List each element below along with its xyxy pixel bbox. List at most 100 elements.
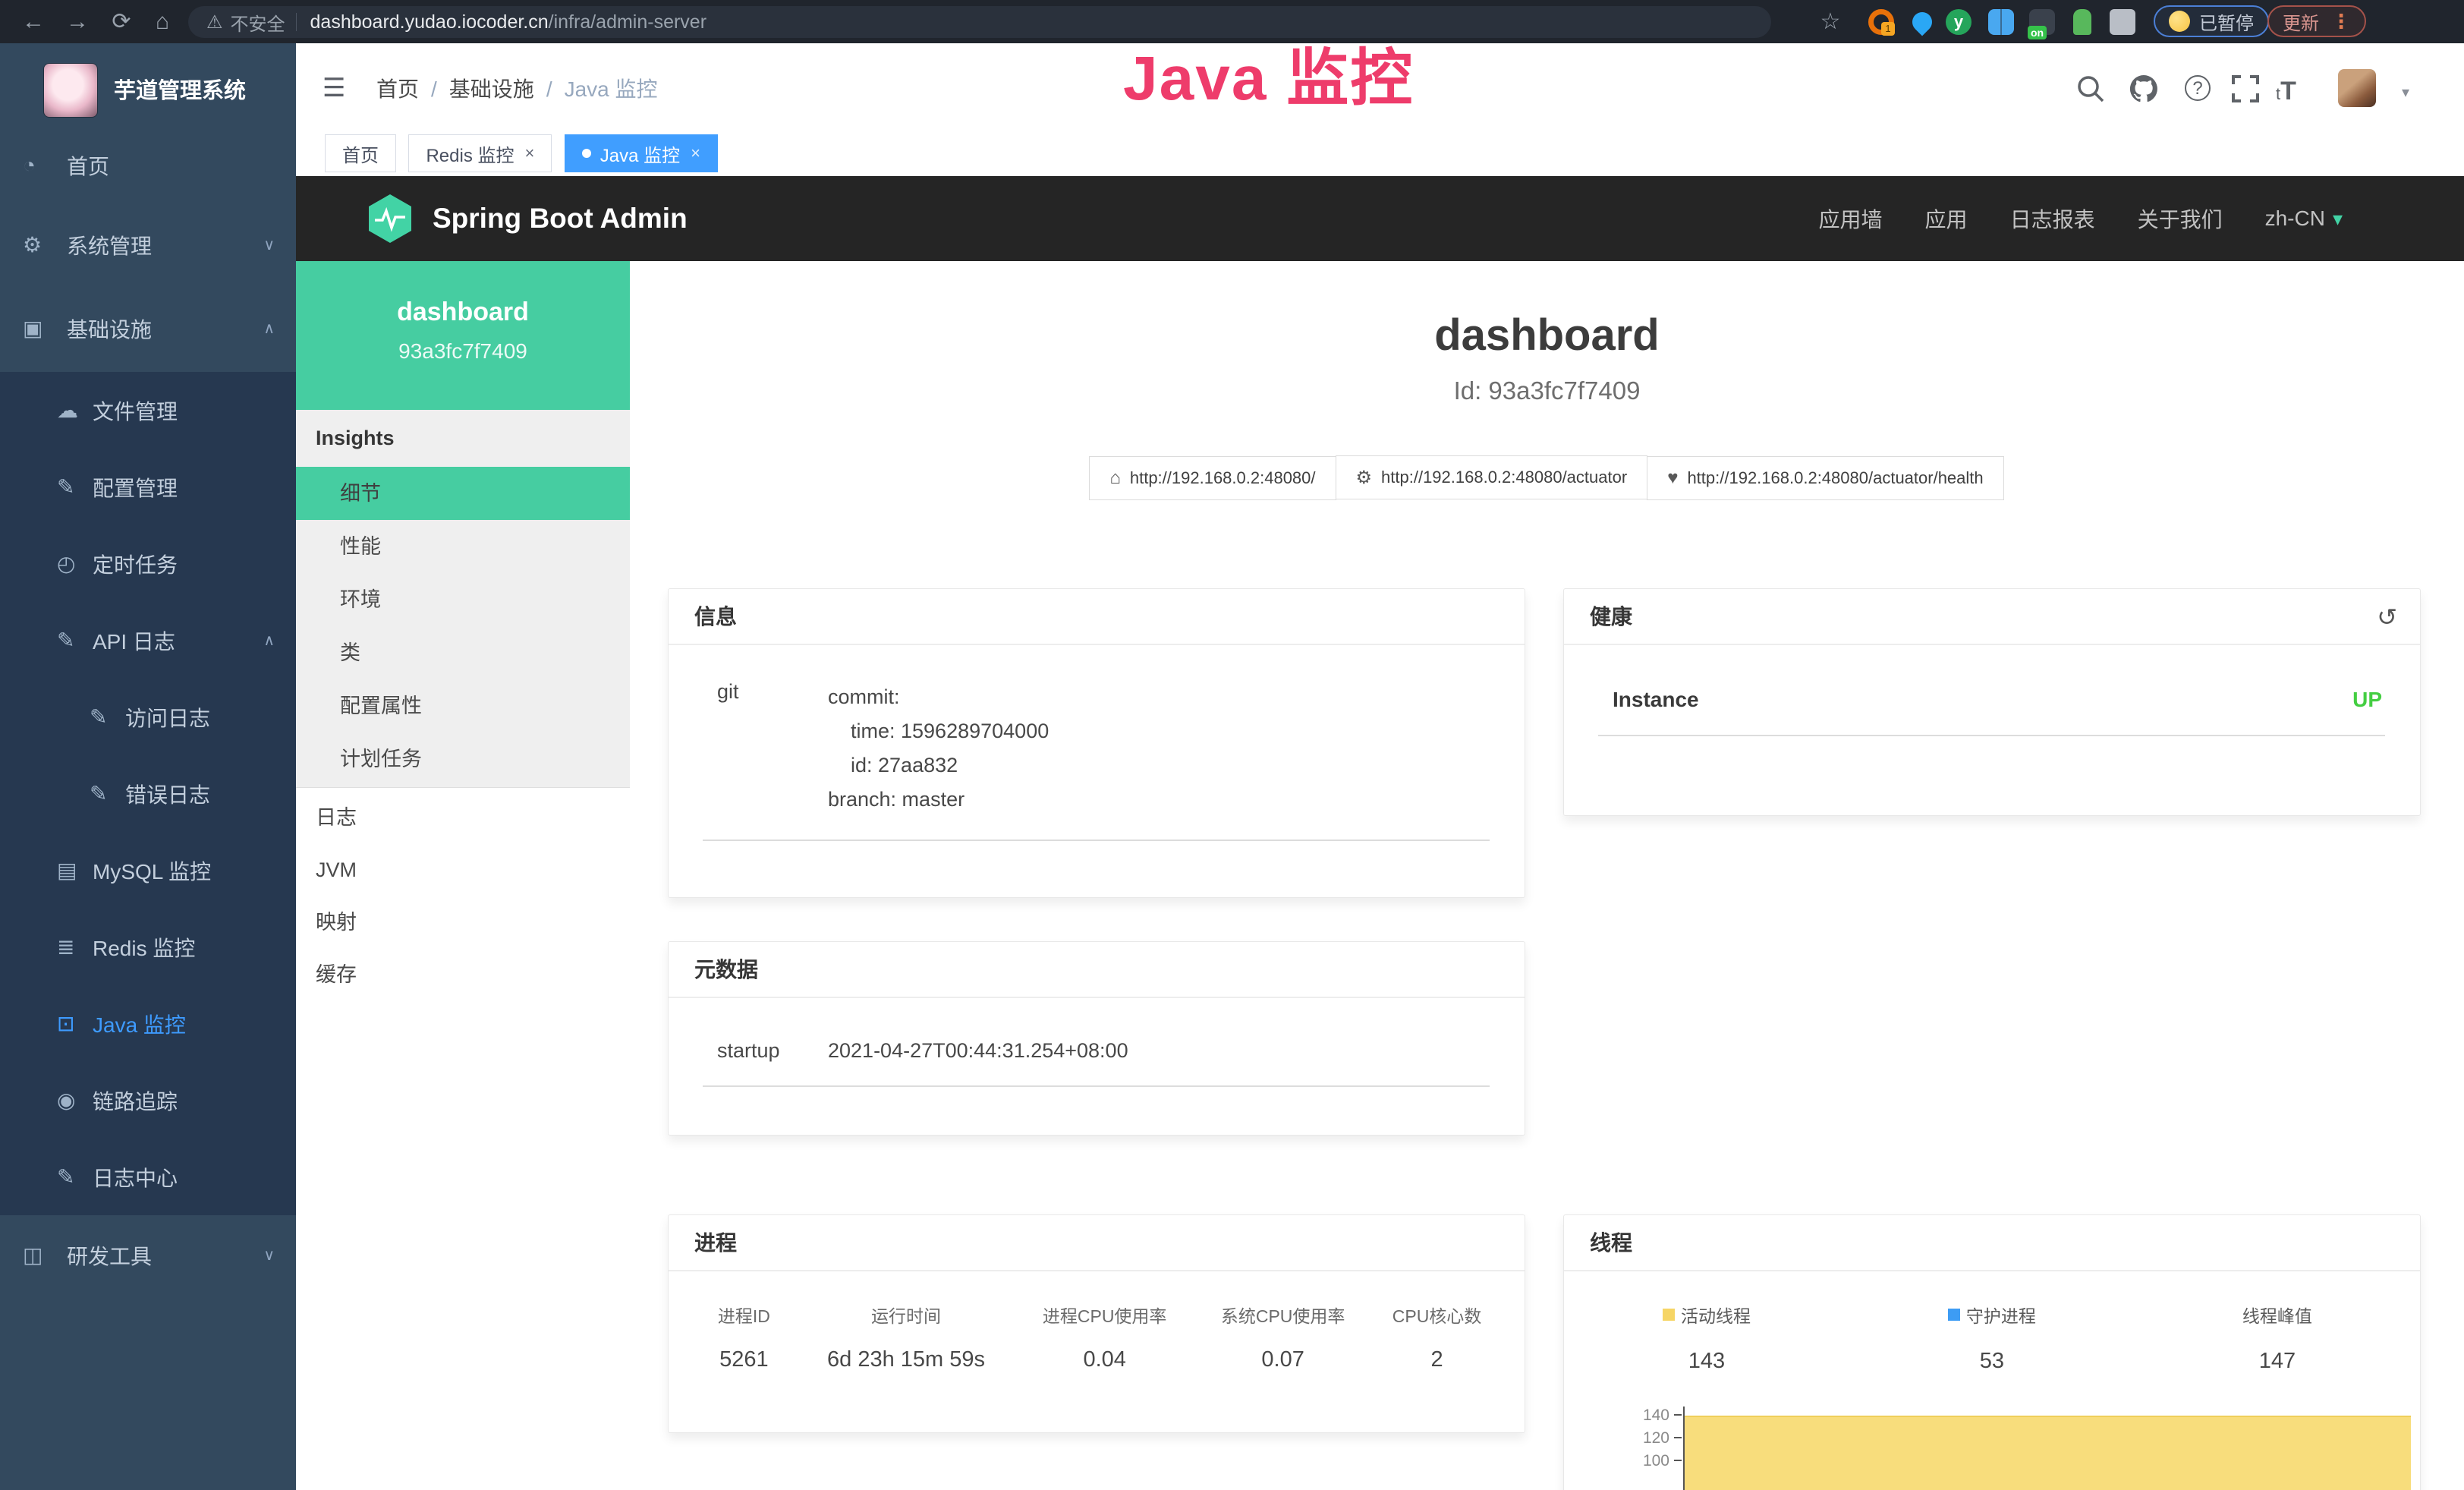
chrome-update-button[interactable]: 更新 bbox=[2267, 5, 2366, 37]
sidebar-item-label: 错误日志 bbox=[125, 755, 210, 832]
sidebar-item-tracing[interactable]: 链路追踪 bbox=[0, 1062, 296, 1139]
browser-reload-icon[interactable] bbox=[105, 0, 138, 43]
user-avatar[interactable] bbox=[2338, 69, 2376, 107]
gauge-icon bbox=[23, 125, 36, 205]
sidebar-item-file-management[interactable]: 文件管理 bbox=[0, 372, 296, 449]
val-uptime: 6d 23h 15m 59s bbox=[797, 1347, 1015, 1372]
sba-item-scheduled[interactable]: 计划任务 bbox=[296, 732, 630, 786]
extension-green-icon[interactable] bbox=[2073, 9, 2091, 35]
actuator-url-button[interactable]: http://192.168.0.2:48080/actuator bbox=[1336, 455, 1648, 499]
sidebar-item-redis-monitor[interactable]: Redis 监控 bbox=[0, 909, 296, 985]
sidebar-item-label: 文件管理 bbox=[93, 372, 178, 449]
y-tick: 140 bbox=[1636, 1407, 1669, 1423]
health-card-header: 健康 bbox=[1564, 589, 2420, 645]
threads-card-title: 线程 bbox=[1564, 1215, 2420, 1271]
col-cpu-cores: CPU核心数 bbox=[1372, 1302, 1502, 1328]
sba-item-config-props[interactable]: 配置属性 bbox=[296, 679, 630, 732]
extension-on-icon[interactable]: on bbox=[2029, 9, 2055, 35]
process-table-header: 进程ID 运行时间 进程CPU使用率 系统CPU使用率 CPU核心数 bbox=[691, 1302, 1502, 1328]
user-menu-caret-icon[interactable] bbox=[2402, 83, 2409, 102]
git-commit-line: commit: bbox=[828, 680, 1049, 714]
history-icon[interactable] bbox=[2377, 589, 2397, 645]
sidebar-item-mysql-monitor[interactable]: MySQL 监控 bbox=[0, 832, 296, 909]
threads-chart: 140 120 100 bbox=[1636, 1407, 2411, 1490]
tab-java-monitor[interactable]: Java 监控 bbox=[565, 134, 718, 172]
sba-item-environment[interactable]: 环境 bbox=[296, 573, 630, 626]
close-icon[interactable] bbox=[524, 143, 534, 163]
not-secure-icon[interactable] bbox=[206, 11, 223, 33]
sba-item-jvm[interactable]: JVM bbox=[296, 844, 630, 896]
sidebar-item-api-logs[interactable]: API 日志 bbox=[0, 602, 296, 679]
sba-nav-wallboard[interactable]: 应用墙 bbox=[1819, 203, 1883, 234]
paused-profile-badge[interactable]: 已暂停 bbox=[2154, 5, 2269, 37]
divider bbox=[1598, 735, 2385, 736]
sidebar-item-dev-tools[interactable]: 研发工具 bbox=[0, 1215, 296, 1295]
extension-icon-1[interactable]: 1 bbox=[1868, 9, 1894, 35]
sidebar-toggle-icon[interactable] bbox=[323, 43, 345, 133]
health-instance-row[interactable]: Instance UP bbox=[1564, 645, 2420, 712]
browser-forward-icon[interactable] bbox=[61, 0, 94, 43]
sba-item-caches[interactable]: 缓存 bbox=[296, 949, 630, 1001]
help-icon[interactable] bbox=[2185, 75, 2211, 101]
sba-locale-select[interactable]: zh-CN bbox=[2265, 206, 2343, 231]
tab-home[interactable]: 首页 bbox=[325, 134, 396, 172]
tab-redis-monitor[interactable]: Redis 监控 bbox=[408, 134, 552, 172]
sidebar-item-java-monitor[interactable]: Java 监控 bbox=[0, 985, 296, 1062]
health-url-button[interactable]: http://192.168.0.2:48080/actuator/health bbox=[1647, 456, 2003, 500]
sba-nav-about[interactable]: 关于我们 bbox=[2138, 203, 2223, 234]
extensions-puzzle-icon[interactable] bbox=[2110, 9, 2135, 35]
sba-brand[interactable]: Spring Boot Admin bbox=[364, 176, 688, 261]
github-icon[interactable] bbox=[2127, 72, 2160, 106]
sidebar-item-access-logs[interactable]: 访问日志 bbox=[0, 679, 296, 755]
extension-y-icon[interactable]: y bbox=[1946, 9, 1972, 35]
sba-sidebar: dashboard 93a3fc7f7409 Insights 细节 性能 环境… bbox=[296, 261, 630, 1490]
extension-pin-icon[interactable] bbox=[1909, 8, 1937, 36]
sidebar-item-home[interactable]: 首页 bbox=[0, 125, 296, 205]
yudao-sidebar: 芋道管理系统 首页 系统管理 基础设施 文件管理 配置管理 bbox=[0, 43, 296, 1490]
address-bar[interactable]: 不安全 dashboard.yudao.iocoder.cn /infra/ad… bbox=[188, 6, 1771, 38]
info-git-row: git commit: time: 1596289704000 id: 27aa… bbox=[669, 645, 1525, 817]
sba-nav-applications[interactable]: 应用 bbox=[1925, 203, 1968, 234]
breadcrumb-home[interactable]: 首页 bbox=[376, 73, 419, 103]
sidebar-item-infrastructure[interactable]: 基础设施 bbox=[0, 288, 296, 368]
sidebar-item-error-logs[interactable]: 错误日志 bbox=[0, 755, 296, 832]
extension-grid-icon[interactable] bbox=[1988, 9, 2014, 35]
legend-label: 线程峰值 bbox=[2242, 1302, 2312, 1328]
sba-item-mappings[interactable]: 映射 bbox=[296, 896, 630, 949]
fullscreen-icon[interactable] bbox=[2229, 72, 2262, 106]
search-icon[interactable] bbox=[2074, 72, 2107, 106]
brand-logo bbox=[43, 63, 98, 118]
stat-daemon-threads: 守护进程 53 bbox=[1849, 1302, 2135, 1374]
sba-item-logs[interactable]: 日志 bbox=[296, 792, 630, 844]
sidebar-item-scheduled-tasks[interactable]: 定时任务 bbox=[0, 525, 296, 602]
sidebar-item-log-center[interactable]: 日志中心 bbox=[0, 1139, 296, 1215]
layers-icon bbox=[57, 909, 74, 985]
timer-icon bbox=[57, 525, 75, 602]
brand-row[interactable]: 芋道管理系统 bbox=[0, 58, 296, 127]
paused-label: 已暂停 bbox=[2199, 8, 2254, 35]
browser-menu-icon[interactable] bbox=[2331, 10, 2351, 33]
sidebar-item-system[interactable]: 系统管理 bbox=[0, 205, 296, 285]
close-icon[interactable] bbox=[691, 143, 700, 163]
sba-nav-journal[interactable]: 日志报表 bbox=[2010, 203, 2095, 234]
sba-selected-app[interactable]: dashboard 93a3fc7f7409 bbox=[296, 261, 630, 410]
log-edit-icon bbox=[57, 602, 74, 679]
chevron-up-icon bbox=[263, 602, 275, 679]
sba-item-classes[interactable]: 类 bbox=[296, 626, 630, 679]
font-size-icon[interactable] bbox=[2276, 77, 2309, 110]
sba-item-metrics[interactable]: 性能 bbox=[296, 520, 630, 573]
brand-name: 芋道管理系统 bbox=[114, 58, 246, 124]
annotation-text: Java 监控 bbox=[1123, 27, 1414, 118]
col-uptime: 运行时间 bbox=[797, 1302, 1015, 1328]
breadcrumb-infrastructure[interactable]: 基础设施 bbox=[419, 73, 534, 103]
sba-item-details[interactable]: 细节 bbox=[296, 467, 630, 520]
sidebar-item-config-management[interactable]: 配置管理 bbox=[0, 449, 296, 525]
sidebar-item-label: 配置管理 bbox=[93, 449, 178, 525]
browser-back-icon[interactable] bbox=[17, 0, 50, 43]
y-tick: 120 bbox=[1636, 1429, 1669, 1446]
val-cpu-cores: 2 bbox=[1372, 1347, 1502, 1372]
bookmark-star-icon[interactable] bbox=[1814, 0, 1847, 43]
browser-home-icon[interactable] bbox=[146, 0, 179, 43]
service-url-button[interactable]: http://192.168.0.2:48080/ bbox=[1089, 456, 1336, 500]
not-secure-label[interactable]: 不安全 bbox=[231, 9, 285, 36]
